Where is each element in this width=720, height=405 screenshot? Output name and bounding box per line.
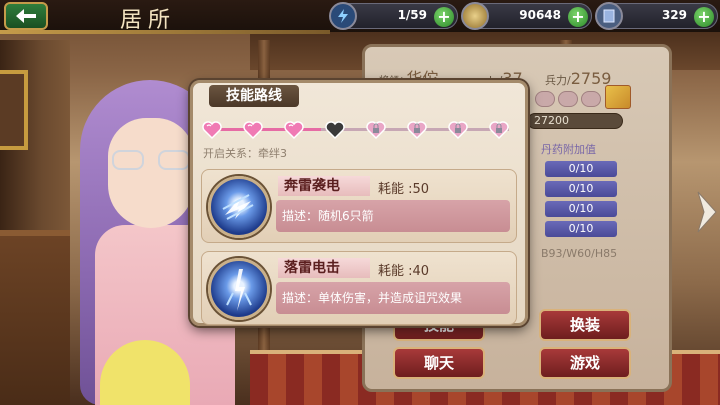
character-face <box>108 118 194 228</box>
energy-icon <box>329 2 357 30</box>
skill-name: 奔雷袭电 <box>278 176 370 196</box>
pill-value: 0/10 <box>545 161 617 177</box>
affection-hearts <box>535 91 601 107</box>
skill-card[interactable]: 奔雷袭电 耗能 :50 描述：随机6只箭 <box>201 169 517 243</box>
desc-text: 随机6只箭 <box>318 209 374 223</box>
bond-heart-track <box>201 117 519 143</box>
game-button[interactable]: 游戏 <box>539 347 631 379</box>
skill-name: 落雷电击 <box>278 258 370 278</box>
lightning-arrows-icon <box>208 176 270 238</box>
gem-icon <box>595 2 623 30</box>
picture-frame <box>0 70 28 150</box>
coin-value: 90648 <box>519 8 561 22</box>
dresser <box>0 230 70 405</box>
energy-counter: 1/59 + <box>329 2 458 30</box>
page-title: 居所 <box>120 8 177 33</box>
chat-button[interactable]: 聊天 <box>393 347 485 379</box>
skill-cost: 耗能 :40 <box>378 260 429 279</box>
pill-value: 0/10 <box>545 181 617 197</box>
gem-value: 329 <box>661 8 687 22</box>
back-button[interactable] <box>4 2 48 30</box>
cost-value: :50 <box>408 182 430 197</box>
coin-icon <box>461 2 489 30</box>
lightning-strike-icon <box>208 258 270 320</box>
popup-title: 技能路线 <box>209 85 299 107</box>
power-row: 兵力/2759 <box>545 69 611 88</box>
pill-header: 丹药附加值 <box>541 143 596 156</box>
equip-button[interactable]: 换装 <box>539 309 631 341</box>
heart-locked-icon[interactable] <box>447 119 469 141</box>
heart-unlocked-icon[interactable] <box>242 119 264 141</box>
skill-cost: 耗能 :50 <box>378 178 429 197</box>
cost-label: 耗能 <box>378 264 405 279</box>
add-coins-button[interactable]: + <box>568 7 588 27</box>
heart-unlocked-icon[interactable] <box>201 119 223 141</box>
skill-description: 描述：单体伤害，并造成诅咒效果 <box>276 282 510 314</box>
bond-requirement-text: 开启关系：牵绊3 <box>203 147 287 160</box>
coin-counter: 90648 + <box>461 2 592 30</box>
add-gems-button[interactable]: + <box>694 7 714 27</box>
heart-locked-icon[interactable] <box>365 119 387 141</box>
heart-locked-icon[interactable] <box>488 119 510 141</box>
pill-value: 0/10 <box>545 221 617 237</box>
power-label: 兵力/ <box>545 74 571 87</box>
desc-label: 描述： <box>282 291 319 305</box>
gem-counter: 329 + <box>595 2 718 30</box>
skill-card[interactable]: 落雷电击 耗能 :40 描述：单体伤害，并造成诅咒效果 <box>201 251 517 325</box>
add-energy-button[interactable]: + <box>434 7 454 27</box>
next-arrow-icon[interactable] <box>694 190 720 234</box>
exp-bar: 27200 <box>527 113 623 129</box>
heart-current-icon[interactable] <box>324 119 346 141</box>
skill-description: 描述：随机6只箭 <box>276 200 510 232</box>
skill-route-popup: 技能路线 开启关系：牵绊3 奔雷袭电 耗能 :50 描述：随机6只箭 落雷电击 … <box>190 80 528 326</box>
character-glasses <box>112 150 190 172</box>
cost-label: 耗能 <box>378 182 405 197</box>
heart-locked-icon[interactable] <box>406 119 428 141</box>
back-arrow-icon <box>16 9 36 23</box>
energy-value: 1/59 <box>397 8 427 22</box>
gift-icon[interactable] <box>605 85 631 109</box>
cost-value: :40 <box>408 264 430 279</box>
heart-unlocked-icon[interactable] <box>283 119 305 141</box>
pill-value: 0/10 <box>545 201 617 217</box>
body-stats: B93/W60/H85 <box>541 247 618 260</box>
desc-label: 描述： <box>282 209 319 223</box>
desc-text: 单体伤害，并造成诅咒效果 <box>318 291 463 305</box>
